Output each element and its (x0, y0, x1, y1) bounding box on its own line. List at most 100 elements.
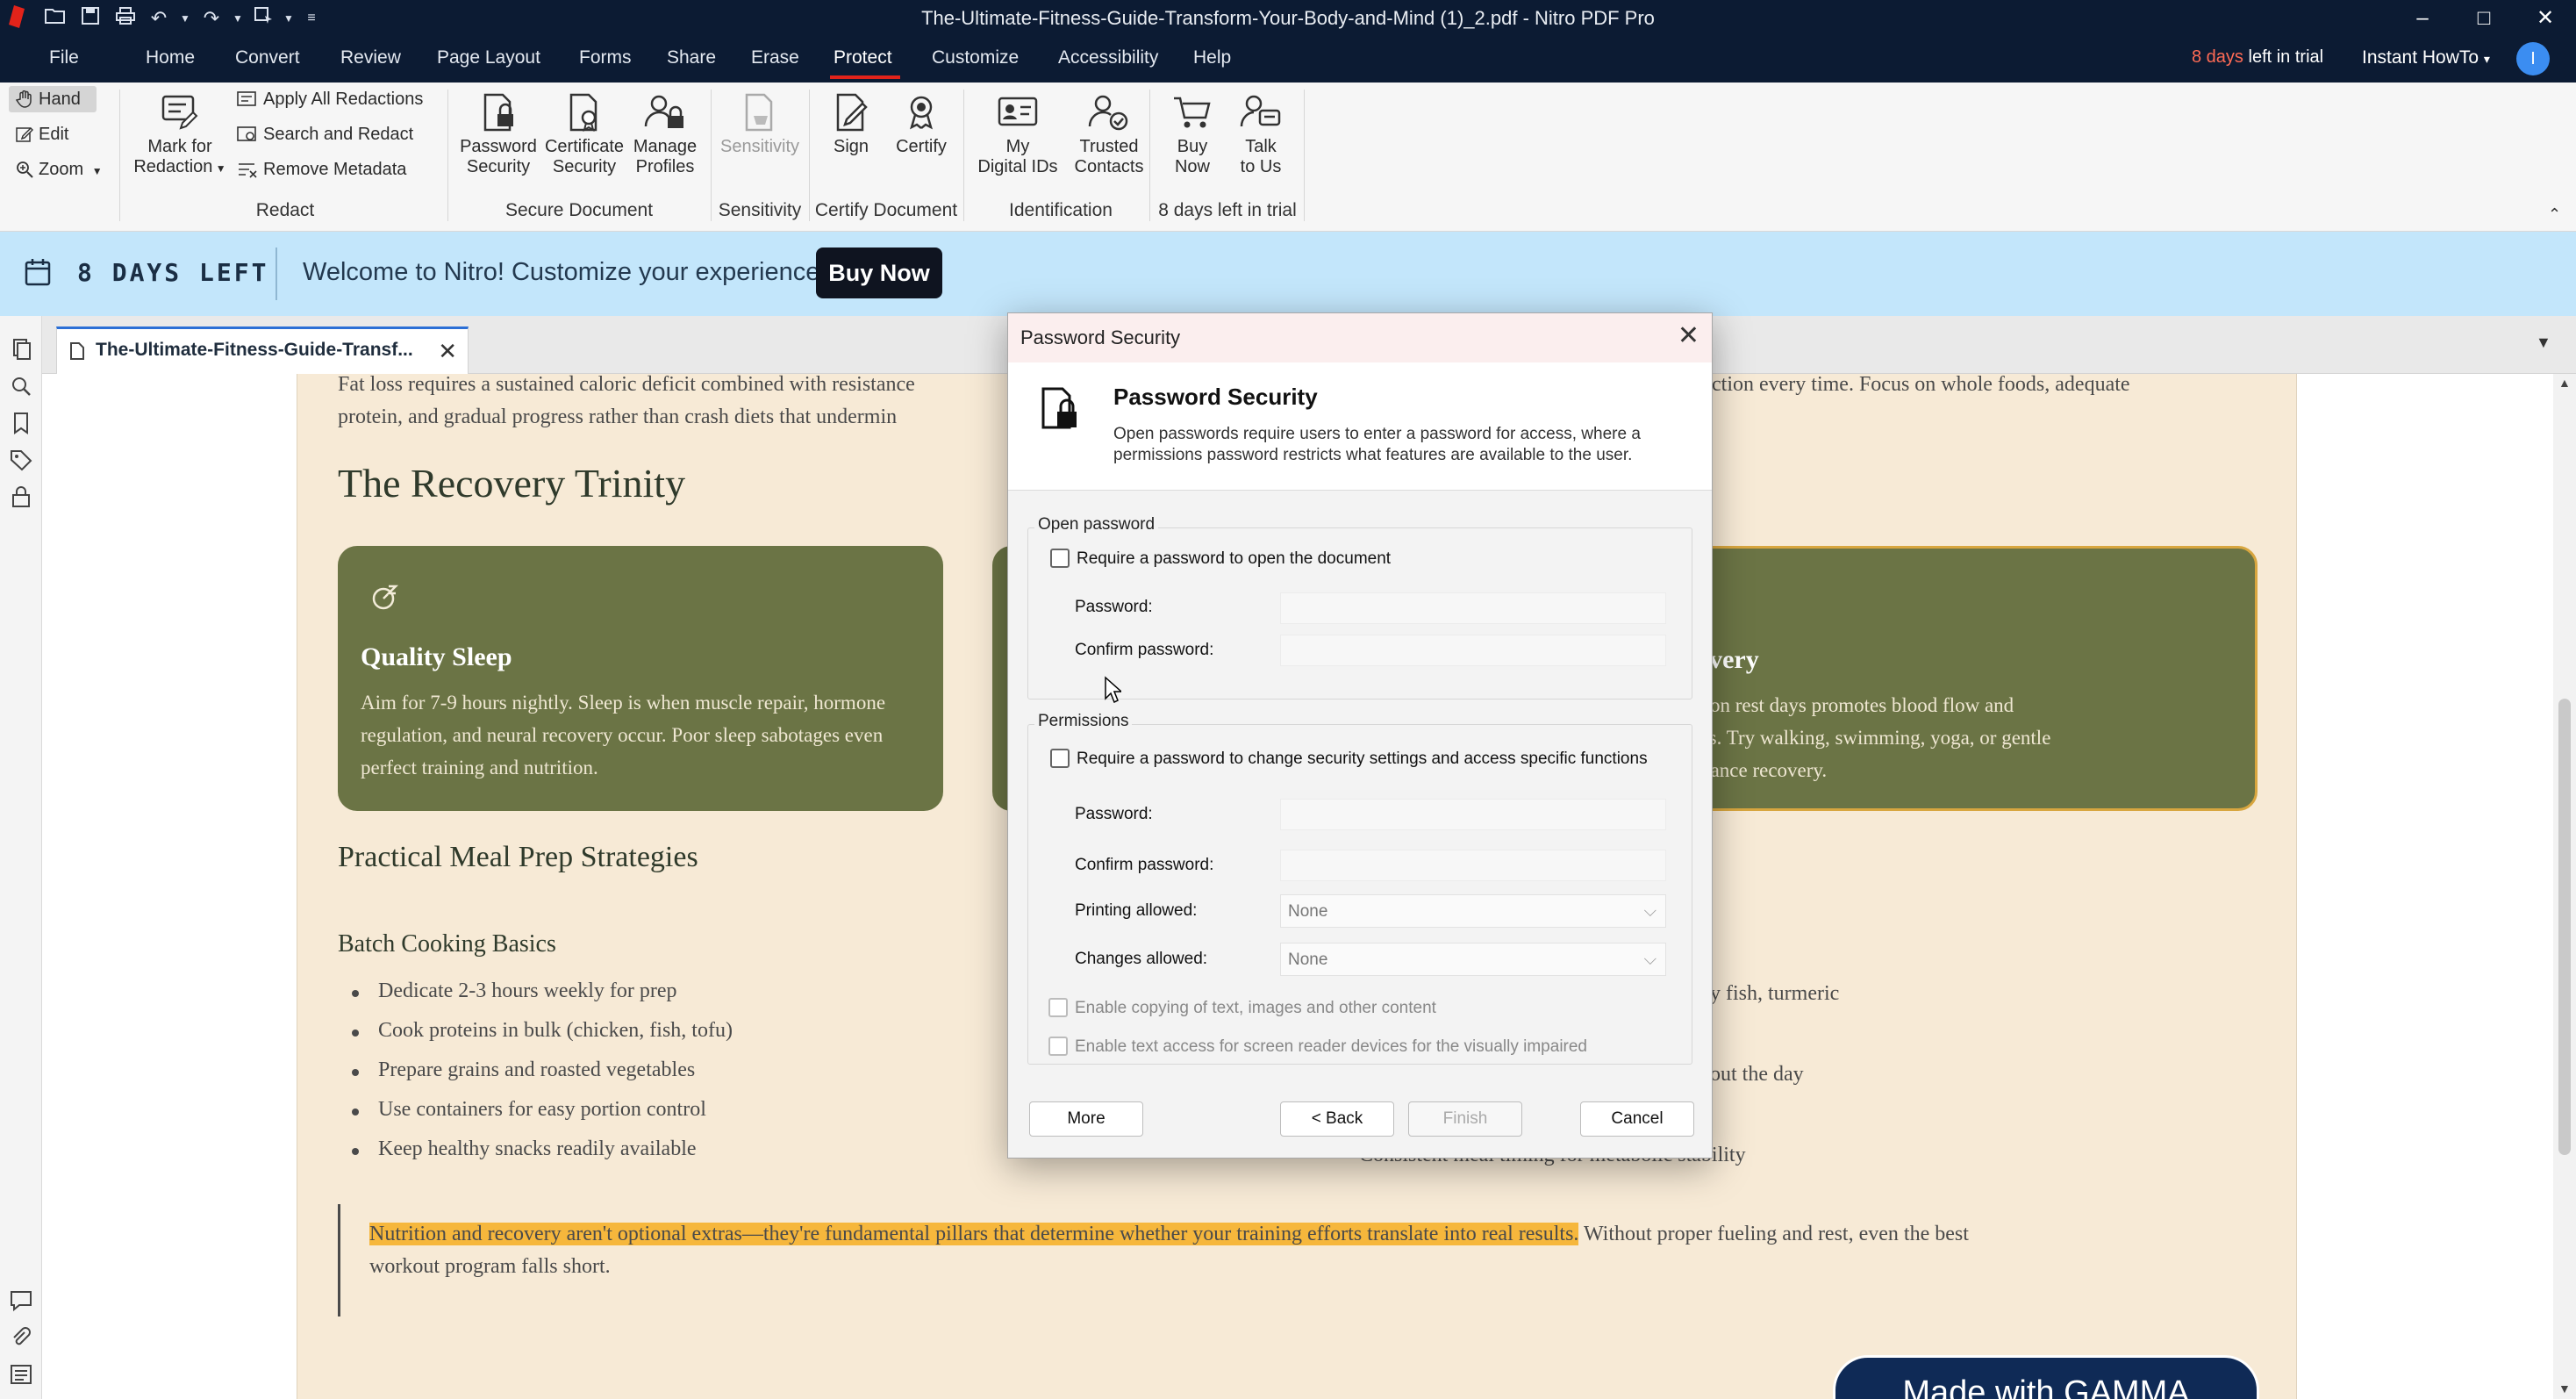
user-account-menu[interactable]: Instant HowTo ▾ (2362, 47, 2490, 68)
my-digital-ids-button[interactable]: My Digital IDs (969, 93, 1067, 177)
manage-profiles-button[interactable]: Manage Profiles (625, 93, 705, 177)
checkbox[interactable] (1048, 1037, 1068, 1056)
document-tab[interactable]: The-Ultimate-Fitness-Guide-Transf... ✕ (56, 326, 469, 374)
vertical-scrollbar[interactable]: ▲ ▼ (2553, 374, 2576, 1399)
attachments-panel-icon[interactable] (9, 1325, 33, 1350)
menu-accessibility[interactable]: Accessibility (1058, 47, 1158, 68)
welcome-message: Welcome to Nitro! Customize your experie… (303, 258, 827, 286)
maximize-button[interactable]: □ (2453, 0, 2515, 37)
apply-all-redactions-button[interactable]: Apply All Redactions (237, 90, 423, 110)
mark-for-redaction-button[interactable]: Mark for Redaction ▼ (132, 93, 228, 179)
permissions-password-input[interactable] (1280, 799, 1666, 830)
bookmarks-panel-icon[interactable] (9, 411, 33, 435)
sensitivity-label: Sensitivity (719, 137, 800, 156)
cancel-button[interactable]: Cancel (1580, 1101, 1694, 1137)
buy-now-button[interactable]: Buy Now (816, 248, 942, 298)
open-confirm-password-input[interactable] (1280, 635, 1666, 666)
certify-button[interactable]: Certify (886, 93, 956, 157)
minimize-button[interactable]: – (2392, 0, 2453, 37)
sign-button[interactable]: Sign (819, 93, 883, 157)
menu-convert[interactable]: Convert (235, 47, 300, 68)
menu-page-layout[interactable]: Page Layout (437, 47, 540, 68)
sign-label: Sign (833, 137, 869, 156)
window-title: The-Ultimate-Fitness-Guide-Transform-You… (921, 7, 1655, 29)
checkbox[interactable] (1048, 998, 1068, 1017)
finish-button[interactable]: Finish (1408, 1101, 1522, 1137)
document-icon (70, 342, 84, 360)
hand-label: Hand (39, 90, 81, 109)
output-panel-icon[interactable] (9, 1362, 33, 1387)
pages-panel-icon[interactable] (9, 337, 33, 362)
dialog-close-button[interactable]: ✕ (1678, 320, 1699, 351)
changes-allowed-label: Changes allowed: (1075, 950, 1208, 968)
list-item: Keep healthy snacks readily available (347, 1137, 733, 1177)
menu-review[interactable]: Review (340, 47, 401, 68)
menu-protect[interactable]: Protect (834, 47, 892, 68)
scroll-up-icon[interactable]: ▲ (2558, 376, 2571, 390)
apply-redactions-label: Apply All Redactions (263, 90, 424, 109)
tab-list-chevron-icon[interactable]: ▼ (2536, 334, 2551, 352)
require-permissions-password-checkbox[interactable]: Require a password to change security se… (1050, 749, 1648, 769)
changes-allowed-select[interactable]: None ⌵ (1280, 943, 1666, 976)
menu-forms[interactable]: Forms (579, 47, 632, 68)
meal-prep-heading: Practical Meal Prep Strategies (338, 841, 698, 873)
open-password-input[interactable] (1280, 592, 1666, 624)
require-open-password-checkbox[interactable]: Require a password to open the document (1050, 549, 1391, 569)
talk-to-us-button[interactable]: Talk to Us (1227, 93, 1295, 177)
list-item: Use containers for easy portion control (347, 1098, 733, 1137)
printing-allowed-select[interactable]: None ⌵ (1280, 894, 1666, 928)
open-password-legend: Open password (1034, 515, 1159, 534)
menu-customize[interactable]: Customize (932, 47, 1019, 68)
search-panel-icon[interactable] (9, 374, 33, 398)
remove-metadata-button[interactable]: Remove Metadata (237, 160, 406, 180)
zoom-tool-button[interactable]: Zoom ▼ (16, 160, 103, 180)
menu-help[interactable]: Help (1193, 47, 1231, 68)
card-body-line: ng to enhance recovery. (1635, 759, 1828, 781)
my-ids-label: My (1005, 137, 1030, 156)
talk-label: Talk (1245, 137, 1277, 156)
enable-screen-reader-checkbox[interactable]: Enable text access for screen reader dev… (1048, 1037, 1587, 1057)
sensitivity-button[interactable]: Sensitivity (714, 93, 805, 157)
password-security-button[interactable]: Password Security (454, 93, 542, 177)
buy-now-ribbon-button[interactable]: Buy Now (1160, 93, 1225, 177)
my-ids-label-2: Digital IDs (977, 157, 1058, 176)
document-tab-label: The-Ultimate-Fitness-Guide-Transf... (96, 340, 413, 360)
talk-label-2: to Us (1240, 157, 1282, 176)
checkbox[interactable] (1050, 549, 1070, 568)
close-tab-button[interactable]: ✕ (438, 338, 457, 365)
tags-panel-icon[interactable] (9, 448, 33, 472)
scroll-down-icon[interactable]: ▼ (2558, 1381, 2571, 1395)
chevron-down-icon: ⌵ (1643, 951, 1657, 969)
scrollbar-thumb[interactable] (2558, 699, 2571, 1155)
manage-label: Manage (633, 137, 698, 156)
edit-tool-button[interactable]: Edit (16, 125, 68, 145)
avatar[interactable]: I (2516, 42, 2550, 75)
checkbox[interactable] (1050, 749, 1070, 768)
menu-erase[interactable]: Erase (751, 47, 799, 68)
close-window-button[interactable]: ✕ (2515, 0, 2576, 37)
trusted-contacts-button[interactable]: Trusted Contacts (1063, 93, 1155, 177)
trial-banner: 8 DAYS LEFT Welcome to Nitro! Customize … (0, 232, 2576, 316)
password-security-icon (483, 93, 513, 132)
permissions-confirm-password-input[interactable] (1280, 850, 1666, 881)
changes-allowed-value: None (1288, 951, 1328, 969)
certificate-security-button[interactable]: Certificate Security (540, 93, 628, 177)
back-button[interactable]: < Back (1280, 1101, 1394, 1137)
more-button[interactable]: More (1029, 1101, 1143, 1137)
menu-file[interactable]: File (49, 47, 79, 68)
menu-share[interactable]: Share (667, 47, 716, 68)
made-with-gamma-badge[interactable]: Made with GAMMA (1833, 1355, 2259, 1399)
enable-copying-checkbox[interactable]: Enable copying of text, images and other… (1048, 998, 1436, 1018)
comments-panel-icon[interactable] (9, 1288, 33, 1313)
zoom-chevron-icon: ▼ (91, 165, 103, 177)
sensitivity-icon (745, 93, 773, 132)
hand-tool-button[interactable]: Hand (15, 90, 81, 110)
collapse-ribbon-icon[interactable]: ⌃ (2548, 205, 2561, 224)
search-and-redact-button[interactable]: Search and Redact (237, 125, 413, 145)
enable-screen-reader-label: Enable text access for screen reader dev… (1075, 1037, 1587, 1056)
security-panel-icon[interactable] (9, 484, 33, 509)
user-name: Instant HowTo (2362, 47, 2479, 68)
menu-home[interactable]: Home (146, 47, 195, 68)
trial-group-label: 8 days left in trial (1158, 200, 1297, 220)
list-item: Cook proteins in bulk (chicken, fish, to… (347, 1019, 733, 1058)
